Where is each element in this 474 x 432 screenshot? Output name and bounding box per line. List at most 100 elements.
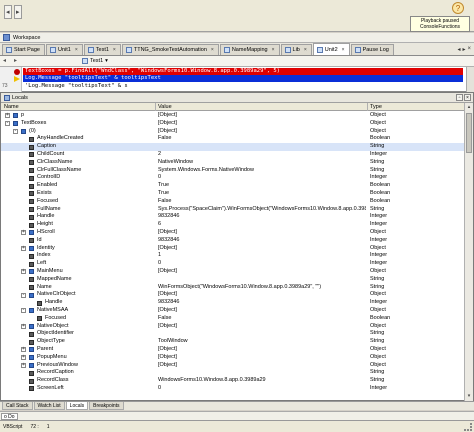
column-divider[interactable]: [155, 103, 156, 111]
locals-row[interactable]: ObjectIdentifier String: [1, 330, 465, 338]
close-icon[interactable]: ×: [113, 47, 116, 53]
close-icon[interactable]: ×: [342, 47, 345, 53]
column-divider[interactable]: [367, 103, 368, 111]
locals-row[interactable]: + MainMenu [Object] Object: [1, 268, 465, 276]
expand-icon[interactable]: +: [21, 230, 26, 236]
locals-row[interactable]: + NativeObject [Object] Object: [1, 323, 465, 331]
locals-row[interactable]: Name WinFormsObject("WindowsForms10.Windo…: [1, 284, 465, 292]
locals-row[interactable]: Id 9832846 Integer: [1, 237, 465, 245]
locals-row[interactable]: ObjectType ToolWindow String: [1, 338, 465, 346]
tab-pause-log[interactable]: Pause Log: [350, 44, 394, 55]
tab-locals[interactable]: Locals: [65, 402, 89, 410]
locals-row[interactable]: - NativeMSAA [Object] Object: [1, 307, 465, 315]
close-icon[interactable]: ×: [464, 94, 471, 101]
locals-row[interactable]: Focused False Boolean: [1, 198, 465, 206]
tab-call-stack[interactable]: Call Stack: [2, 402, 33, 410]
locals-row[interactable]: Enabled True Boolean: [1, 182, 465, 190]
collapse-icon[interactable]: -: [5, 121, 10, 127]
back-arrow-icon[interactable]: ◂: [3, 58, 11, 65]
close-icon[interactable]: ×: [304, 47, 307, 53]
playback-notification[interactable]: ? Playback paused ConsoleFunctions: [408, 2, 470, 32]
locals-row[interactable]: Left 0 Integer: [1, 260, 465, 268]
expand-icon[interactable]: +: [21, 269, 26, 275]
close-icon[interactable]: ×: [272, 47, 275, 53]
tab-unit2[interactable]: Unit2 ×: [312, 43, 350, 55]
tab-breakpoints[interactable]: Breakpoints: [89, 402, 124, 410]
help-question-icon[interactable]: ?: [452, 2, 464, 14]
toolbar-left-button[interactable]: ◂: [4, 5, 12, 19]
code-line-breakpoint[interactable]: TextBoxes = p.FindAll("WndClass", "Windo…: [23, 68, 463, 75]
locals-row[interactable]: Caption String: [1, 143, 465, 151]
locals-row[interactable]: RecordCaption String: [1, 369, 465, 377]
locals-row[interactable]: Index 1 Integer: [1, 252, 465, 260]
tab-watch-list[interactable]: Watch List: [33, 402, 65, 410]
locals-row[interactable]: ControlID 0 Integer: [1, 174, 465, 182]
tab-test1[interactable]: Test1 ×: [83, 44, 121, 55]
close-icon[interactable]: ×: [467, 46, 471, 53]
editor-scrollbar[interactable]: [466, 67, 474, 92]
tab-ttng-smoke[interactable]: TTNG_SmokeTestAutomation ×: [121, 44, 219, 55]
secondary-panel-tab[interactable]: o Do: [1, 413, 18, 420]
scroll-up-icon[interactable]: ▴: [466, 104, 472, 111]
locals-row[interactable]: - NativeClrObject [Object] Object: [1, 291, 465, 299]
collapse-icon[interactable]: -: [21, 308, 26, 314]
scroll-down-icon[interactable]: ▾: [466, 393, 472, 400]
expand-icon[interactable]: +: [21, 245, 26, 251]
tab-namemapping[interactable]: NameMapping ×: [219, 44, 280, 55]
locals-row[interactable]: MappedName String: [1, 276, 465, 284]
code-line-current[interactable]: Log.Message "tooltipsText" & tooltipsTex…: [23, 75, 463, 82]
expand-icon[interactable]: +: [21, 355, 26, 361]
expand-icon[interactable]: +: [5, 113, 10, 119]
locals-row[interactable]: + Identity [Object] Object: [1, 245, 465, 253]
toolbar-right-button[interactable]: ▸: [14, 5, 22, 19]
pin-icon[interactable]: ▫: [456, 94, 463, 101]
locals-row[interactable]: + Parent [Object] Object: [1, 346, 465, 354]
editor-gutter[interactable]: 73: [0, 67, 22, 92]
locals-row[interactable]: ClrFullClassName System.Windows.Forms.Nat…: [1, 167, 465, 175]
locals-row[interactable]: Height 6 Integer: [1, 221, 465, 229]
breakpoint-icon[interactable]: [14, 69, 20, 75]
close-icon[interactable]: ×: [211, 47, 214, 53]
locals-row[interactable]: Handle 9832846 Integer: [1, 299, 465, 307]
locals-row[interactable]: - (0) [Object] Object: [1, 128, 465, 136]
locals-row[interactable]: Exists True Boolean: [1, 190, 465, 198]
tab-start-page[interactable]: Start Page: [2, 44, 45, 55]
column-header-name[interactable]: Name: [4, 104, 19, 110]
locals-row[interactable]: ClrClassName NativeWindow String: [1, 159, 465, 167]
code-line[interactable]: 'Log.Message "tooltipsText" & s: [23, 83, 463, 90]
locals-row[interactable]: ChildCount 2 Integer: [1, 151, 465, 159]
locals-row[interactable]: + PopupMenu [Object] Object: [1, 354, 465, 362]
chevron-left-icon[interactable]: ◂: [457, 46, 460, 53]
routine-selector[interactable]: Test1 ▾: [82, 57, 108, 65]
collapse-icon[interactable]: -: [13, 128, 18, 134]
close-icon[interactable]: ×: [75, 47, 78, 53]
resize-grip-icon[interactable]: [464, 422, 472, 431]
locals-row[interactable]: + PreviousWindow [Object] Object: [1, 362, 465, 370]
locals-row[interactable]: - TextBoxes [Object] Object: [1, 120, 465, 128]
collapse-icon[interactable]: -: [21, 292, 26, 298]
chevron-right-icon[interactable]: ▸: [462, 46, 465, 53]
code-editor[interactable]: 73 TextBoxes = p.FindAll("WndClass", "Wi…: [0, 67, 474, 92]
locals-row[interactable]: Handle 9832846 Integer: [1, 213, 465, 221]
locals-row[interactable]: FullName Sys.Process("SpaceClaim").WinFor…: [1, 206, 465, 214]
column-header-value[interactable]: Value: [158, 104, 172, 110]
forward-arrow-icon[interactable]: ▸: [14, 58, 22, 65]
expand-icon[interactable]: +: [21, 323, 26, 329]
locals-row[interactable]: Focused False Boolean: [1, 315, 465, 323]
expand-icon[interactable]: +: [21, 347, 26, 353]
expand-icon[interactable]: +: [21, 362, 26, 368]
locals-row[interactable]: RecordClass WindowsForms10.Window.8.app.0…: [1, 377, 465, 385]
local-value: Sys.Process("SpaceClaim").WinFormsObject…: [158, 205, 366, 212]
locals-row[interactable]: AnyHandleCreated False Boolean: [1, 135, 465, 143]
locals-row[interactable]: + p [Object] Object: [1, 112, 465, 120]
locals-row[interactable]: ScreenLeft 0 Integer: [1, 385, 465, 393]
tab-unit1[interactable]: Unit1 ×: [46, 44, 83, 55]
column-header-type[interactable]: Type: [370, 104, 382, 110]
locals-scrollbar[interactable]: ▴ ▾: [464, 103, 473, 401]
property-icon: [29, 152, 34, 158]
scroll-thumb[interactable]: [466, 113, 472, 153]
chevron-down-icon[interactable]: ▾: [105, 58, 108, 64]
local-value: ToolWindow: [158, 338, 188, 345]
locals-row[interactable]: + HScroll [Object] Object: [1, 229, 465, 237]
tab-lib[interactable]: Lib ×: [280, 44, 312, 55]
